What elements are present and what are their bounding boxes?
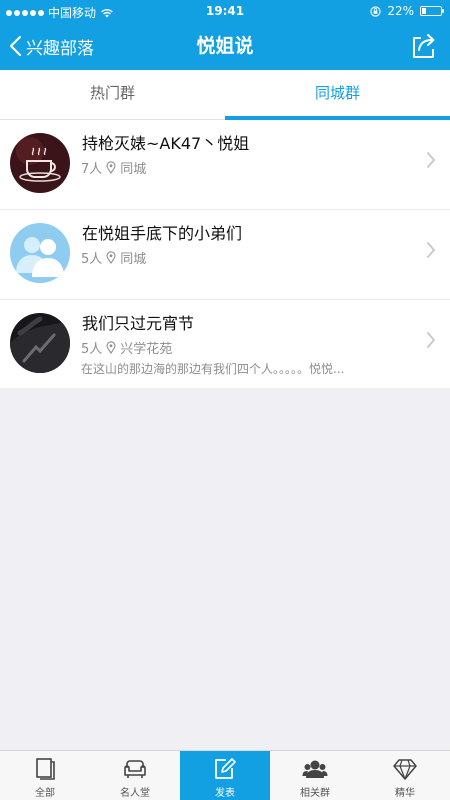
group-list: 持枪灭婊~AK47丶悦姐 7人 同城 在悦姐手底下的小弟们 5人 同城 我们只过… xyxy=(0,120,450,388)
group-meta: 5人 兴学花苑 xyxy=(81,338,172,357)
group-location: 兴学花苑 xyxy=(120,342,173,357)
group-icon xyxy=(302,760,328,778)
chevron-left-icon xyxy=(9,35,22,57)
member-count: 5人 xyxy=(81,342,103,357)
status-bar: 中国移动 19:41 22% xyxy=(0,0,450,22)
avatar xyxy=(10,223,70,283)
tab-featured-label: 精华 xyxy=(395,788,415,799)
group-name: 持枪灭婊~AK47丶悦姐 xyxy=(82,134,250,153)
document-icon xyxy=(36,758,55,780)
group-name: 在悦姐手底下的小弟们 xyxy=(82,224,243,243)
tab-featured[interactable]: 精华 xyxy=(360,751,450,800)
group-meta: 5人 同城 xyxy=(81,248,146,267)
back-button[interactable]: 兴趣部落 xyxy=(8,22,94,70)
tab-post[interactable]: 发表 xyxy=(180,751,270,800)
nav-bar: 兴趣部落 悦姐说 xyxy=(0,22,450,70)
tab-related-groups-label: 相关群 xyxy=(300,788,330,799)
segment-tabs: 热门群 同城群 xyxy=(0,70,450,120)
tab-related-groups[interactable]: 相关群 xyxy=(270,751,360,800)
group-meta: 7人 同城 xyxy=(81,158,146,177)
battery-percent: 22% xyxy=(387,4,414,18)
location-pin-icon xyxy=(106,341,116,354)
list-item[interactable]: 在悦姐手底下的小弟们 5人 同城 xyxy=(0,210,450,300)
top-bar: 中国移动 19:41 22% 兴趣部落 悦姐说 xyxy=(0,0,450,70)
chevron-right-icon xyxy=(427,242,436,258)
share-icon[interactable] xyxy=(410,32,438,60)
avatar xyxy=(10,133,70,193)
tab-all-label: 全部 xyxy=(35,788,55,799)
tab-hot-groups[interactable]: 热门群 xyxy=(0,70,225,119)
photo-avatar-icon xyxy=(10,313,70,373)
location-pin-icon xyxy=(106,161,116,174)
screen: 中国移动 19:41 22% 兴趣部落 悦姐说 热门群 同城群 持枪灭婊~AK4… xyxy=(0,0,450,800)
sofa-icon xyxy=(124,760,146,778)
list-item[interactable]: 持枪灭婊~AK47丶悦姐 7人 同城 xyxy=(0,120,450,210)
back-label: 兴趣部落 xyxy=(26,38,94,59)
status-right: 22% xyxy=(370,4,444,18)
avatar xyxy=(10,313,70,373)
member-count: 5人 xyxy=(81,252,103,267)
member-count: 7人 xyxy=(81,162,103,177)
chevron-right-icon xyxy=(427,332,436,348)
chevron-right-icon xyxy=(427,152,436,168)
tab-hall-of-fame[interactable]: 名人堂 xyxy=(90,751,180,800)
diamond-icon xyxy=(393,759,417,780)
group-name: 我们只过元宵节 xyxy=(82,314,195,333)
group-location: 同城 xyxy=(120,162,147,177)
compose-icon xyxy=(215,758,236,779)
coffee-avatar-icon xyxy=(10,133,70,193)
list-item[interactable]: 我们只过元宵节 5人 兴学花苑 在这山的那边海的那边有我们四个人。。。。。悦悦.… xyxy=(0,300,450,388)
default-group-avatar-icon xyxy=(10,223,70,283)
tab-post-label: 发表 xyxy=(215,788,235,799)
tab-hall-of-fame-label: 名人堂 xyxy=(120,788,150,799)
location-pin-icon xyxy=(106,251,116,264)
tab-local-groups[interactable]: 同城群 xyxy=(225,70,450,120)
rotation-lock-icon xyxy=(370,5,381,17)
group-description: 在这山的那边海的那边有我们四个人。。。。。悦悦... xyxy=(81,362,345,376)
bottom-tab-bar: 全部 名人堂 发表 相关群 精华 xyxy=(0,750,450,800)
battery-icon xyxy=(420,6,444,16)
group-location: 同城 xyxy=(120,252,147,267)
tab-all[interactable]: 全部 xyxy=(0,751,90,800)
